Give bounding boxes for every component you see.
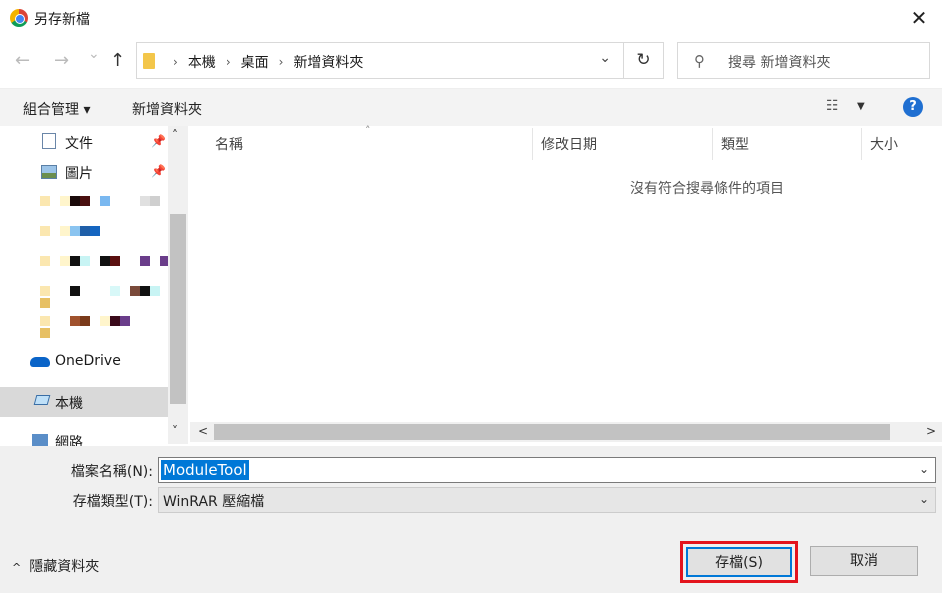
filename-field[interactable]: ModuleTool ⌄ xyxy=(158,457,936,483)
cancel-button[interactable]: 取消 xyxy=(810,546,918,576)
view-options-icon[interactable]: ☷ xyxy=(826,98,839,114)
redacted-folder-item xyxy=(40,298,50,310)
title-bar: 另存新檔 ✕ xyxy=(0,0,942,36)
nav-pane-scrollbar[interactable]: ˄ ˅ xyxy=(168,126,188,444)
breadcrumb-item-new-folder[interactable]: 新增資料夾 xyxy=(293,52,363,72)
scroll-up-icon[interactable]: ˄ xyxy=(172,128,178,142)
column-header-type[interactable]: 類型 xyxy=(721,134,749,154)
nav-item-documents[interactable]: 文件 📌 xyxy=(0,127,168,157)
hide-folders-toggle[interactable]: ^ 隱藏資料夾 xyxy=(12,556,99,576)
back-arrow-icon[interactable]: ← xyxy=(15,50,30,71)
column-header-size[interactable]: 大小 xyxy=(870,134,898,154)
forward-arrow-icon[interactable]: → xyxy=(54,50,69,71)
nav-item-network[interactable]: 網路 xyxy=(0,426,168,446)
redacted-folder-item[interactable] xyxy=(40,256,170,268)
nav-item-label: 網路 xyxy=(55,435,83,446)
pin-icon[interactable]: 📌 xyxy=(151,134,166,148)
nav-item-label: 文件 xyxy=(65,136,93,152)
column-divider[interactable] xyxy=(712,128,713,160)
redacted-folder-item xyxy=(40,328,50,340)
nav-item-label: 圖片 xyxy=(65,166,93,182)
redacted-folder-item[interactable] xyxy=(40,316,130,328)
redacted-folder-item[interactable] xyxy=(40,196,160,208)
recent-locations-icon[interactable]: ⌄ xyxy=(88,46,100,62)
hide-folders-label: 隱藏資料夾 xyxy=(29,559,100,575)
chevron-down-icon[interactable]: ⌄ xyxy=(919,492,929,506)
column-header-name[interactable]: 名稱 xyxy=(215,134,243,154)
folder-icon xyxy=(143,53,155,69)
document-icon xyxy=(42,133,56,149)
organize-menu[interactable]: 組合管理 ▾ xyxy=(23,99,90,119)
help-icon[interactable]: ? xyxy=(903,97,923,117)
nav-item-pictures[interactable]: 圖片 📌 xyxy=(0,157,168,187)
empty-folder-message: 沒有符合搜尋條件的項目 xyxy=(630,181,784,197)
chevron-down-icon[interactable]: ⌄ xyxy=(919,462,929,476)
computer-icon xyxy=(33,395,51,405)
nav-item-this-pc[interactable]: 本機 xyxy=(0,387,168,417)
column-divider[interactable] xyxy=(532,128,533,160)
chevron-down-icon[interactable]: ⌄ xyxy=(599,50,611,66)
sort-ascending-icon: ˄ xyxy=(365,124,371,137)
toolbar: 組合管理 ▾ 新增資料夾 ☷ ▼ ? xyxy=(0,88,942,126)
filename-label: 檔案名稱(N): xyxy=(70,464,153,480)
file-list: ˄ 名稱 修改日期 類型 大小 沒有符合搜尋條件的項目 xyxy=(190,124,942,444)
filetype-value: WinRAR 壓縮檔 xyxy=(163,494,265,510)
filetype-select[interactable]: WinRAR 壓縮檔 ⌄ xyxy=(158,487,936,513)
network-icon xyxy=(32,434,48,446)
breadcrumb-separator[interactable]: › xyxy=(279,55,284,69)
address-bar[interactable]: › 本機 › 桌面 › 新增資料夾 ⌄ xyxy=(136,42,624,79)
cloud-icon xyxy=(30,357,50,367)
search-input[interactable]: 搜尋 新增資料夾 xyxy=(728,52,830,72)
filename-value[interactable]: ModuleTool xyxy=(161,460,249,480)
column-divider[interactable] xyxy=(861,128,862,160)
redacted-folder-item[interactable] xyxy=(40,226,100,238)
scroll-down-icon[interactable]: ˅ xyxy=(172,424,178,438)
filetype-label: 存檔類型(T): xyxy=(72,494,153,510)
column-header-date-modified[interactable]: 修改日期 xyxy=(541,134,597,154)
chrome-icon xyxy=(10,9,28,27)
navigation-pane: 文件 📌 圖片 📌 OneDrive 本機 網路 xyxy=(0,126,188,446)
search-box[interactable]: ⚲ 搜尋 新增資料夾 xyxy=(677,42,930,79)
chevron-up-icon: ^ xyxy=(12,561,22,574)
picture-icon xyxy=(41,165,57,179)
view-dropdown-icon[interactable]: ▼ xyxy=(857,101,865,112)
pin-icon[interactable]: 📌 xyxy=(151,164,166,178)
close-button[interactable]: ✕ xyxy=(896,0,942,36)
scrollbar-thumb[interactable] xyxy=(214,424,890,440)
new-folder-button[interactable]: 新增資料夾 xyxy=(132,99,202,119)
breadcrumb-item-desktop[interactable]: 桌面 xyxy=(241,52,269,72)
breadcrumb-separator: › xyxy=(173,55,178,69)
breadcrumb-separator[interactable]: › xyxy=(226,55,231,69)
search-icon: ⚲ xyxy=(694,52,705,70)
scrollbar-thumb[interactable] xyxy=(170,214,186,404)
file-list-horizontal-scrollbar[interactable]: < > xyxy=(190,422,942,442)
scroll-left-icon[interactable]: < xyxy=(198,424,208,438)
breadcrumb-item-this-pc[interactable]: 本機 xyxy=(188,52,216,72)
save-form: 檔案名稱(N): ModuleTool ⌄ 存檔類型(T): WinRAR 壓縮… xyxy=(0,446,942,593)
refresh-button[interactable]: ↻ xyxy=(624,42,664,79)
window-title: 另存新檔 xyxy=(34,12,90,28)
redacted-folder-item[interactable] xyxy=(40,286,160,298)
scroll-right-icon[interactable]: > xyxy=(926,424,936,438)
up-arrow-icon[interactable]: ↑ xyxy=(110,50,125,71)
nav-item-label: OneDrive xyxy=(55,353,121,369)
navigation-row: ← → ⌄ ↑ › 本機 › 桌面 › 新增資料夾 ⌄ ↻ ⚲ 搜尋 新增資料夾 xyxy=(0,36,942,88)
breadcrumb: › 本機 › 桌面 › 新增資料夾 xyxy=(163,52,363,72)
nav-item-label: 本機 xyxy=(55,396,83,412)
nav-item-onedrive[interactable]: OneDrive xyxy=(0,347,168,377)
save-button[interactable]: 存檔(S) xyxy=(686,547,792,577)
